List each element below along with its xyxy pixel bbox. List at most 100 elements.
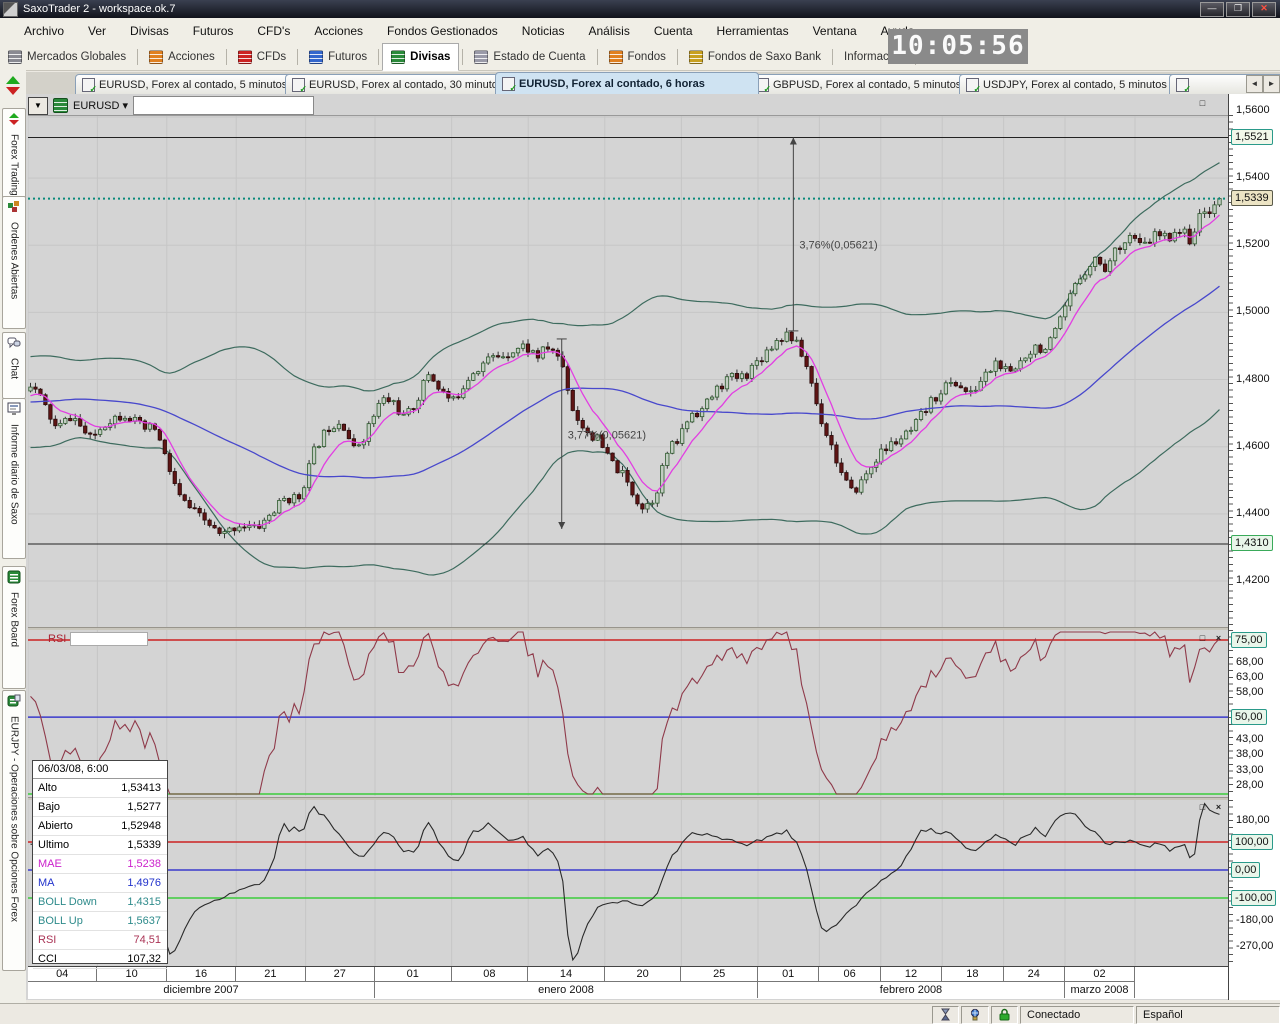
- axis-day-label: 10: [97, 967, 166, 982]
- candle-body: [64, 418, 67, 423]
- chart-tab-strip: EURUSD, Forex al contado, 5 minutosEURUS…: [26, 72, 1280, 94]
- menu-divisas[interactable]: Divisas: [118, 20, 181, 42]
- rsi-line: [31, 632, 1220, 794]
- candle-body: [880, 449, 883, 462]
- candle-body: [840, 463, 843, 473]
- candle-body: [407, 409, 410, 415]
- toolbar-divisas[interactable]: Divisas: [382, 43, 459, 71]
- rsi-indicator-chart[interactable]: [28, 630, 1228, 796]
- maximize-cci-panel-button[interactable]: □: [1196, 802, 1209, 814]
- toolbar-cfds[interactable]: CFDs: [230, 44, 294, 70]
- candle-body: [437, 381, 440, 389]
- hourglass-icon: [932, 1006, 959, 1024]
- fx-options-icon: [7, 694, 21, 713]
- toolbar-fondos[interactable]: Fondos: [601, 44, 674, 70]
- sidebar-item-informe-diario-de-saxo[interactable]: Informe diario de Saxo: [2, 398, 26, 559]
- candle-body: [322, 430, 325, 446]
- candle-body: [676, 442, 679, 444]
- axis-day-label: 20: [605, 967, 682, 982]
- close-cci-panel-button[interactable]: ×: [1212, 802, 1225, 814]
- candle-body: [845, 473, 848, 481]
- axis-tick-label: 58,00: [1236, 686, 1264, 698]
- menu-ver[interactable]: Ver: [76, 20, 118, 42]
- chart-tab-gbpusd-forex-al-contado-5-minutos[interactable]: GBPUSD, Forex al contado, 5 minutos: [749, 74, 969, 94]
- candle-body: [1004, 367, 1007, 369]
- menu-ventana[interactable]: Ventana: [801, 20, 869, 42]
- sidebar-item-forex-board[interactable]: Forex Board: [2, 566, 26, 689]
- candle-body: [128, 418, 131, 421]
- toolbar-fondos-de-saxo-bank[interactable]: Fondos de Saxo Bank: [681, 44, 829, 70]
- restore-button[interactable]: ❐: [1226, 2, 1250, 17]
- candle-body: [69, 418, 72, 420]
- maximize-rsi-panel-button[interactable]: □: [1196, 633, 1209, 645]
- chart-doc-icon: [82, 78, 95, 92]
- window-controls: —❐✕: [1200, 2, 1280, 17]
- toolbar-mercados-globales[interactable]: Mercados Globales: [0, 44, 134, 70]
- chart-tab-eurusd-forex-al-contado-30-minutos[interactable]: EURUSD, Forex al contado, 30 minutos: [285, 74, 505, 94]
- menu-noticias[interactable]: Noticias: [510, 20, 577, 42]
- tab-scroll-left-button[interactable]: ◄: [1246, 75, 1263, 93]
- axis-tick-label: -270,00: [1236, 940, 1273, 952]
- candle-body: [233, 528, 236, 531]
- sidebar-item-ordenes-abiertas[interactable]: Ordenes Abiertas: [2, 196, 26, 329]
- chat-icon: [7, 336, 21, 355]
- candle-body: [1029, 354, 1032, 358]
- candle-body: [287, 498, 290, 502]
- candle-body: [88, 433, 91, 434]
- tooltip-row-ma: MA1,4976: [33, 874, 167, 893]
- candle-body: [427, 375, 430, 381]
- menu-cuenta[interactable]: Cuenta: [642, 20, 705, 42]
- sidebar-item-eurjpy-operaciones-sobre-opciones-forex[interactable]: EURJPY - Operaciones sobre Opciones Fore…: [2, 690, 26, 971]
- cci-indicator-chart[interactable]: [28, 800, 1228, 966]
- menu-acciones[interactable]: Acciones: [302, 20, 375, 42]
- axis-day-label: 01: [758, 967, 819, 982]
- axis-day-label: 18: [942, 967, 1003, 982]
- candle-body: [392, 401, 395, 402]
- candle-body: [705, 399, 708, 409]
- candle-body: [770, 349, 773, 350]
- chart-doc-icon: [502, 77, 515, 91]
- toolbar-acciones[interactable]: Acciones: [141, 44, 223, 70]
- chart-tab-usdjpy-forex-al-contado-5-minutos[interactable]: USDJPY, Forex al contado, 5 minutos: [959, 74, 1179, 94]
- toolbar-futuros[interactable]: Futuros: [301, 44, 375, 70]
- candle-body: [725, 377, 728, 389]
- candle-body: [775, 340, 778, 349]
- menu-fondos-gestionados[interactable]: Fondos Gestionados: [375, 20, 510, 42]
- instrument-search-input[interactable]: [133, 96, 314, 115]
- candle-body: [1054, 328, 1057, 337]
- candle-body: [571, 390, 574, 410]
- axis-day-label: 04: [28, 967, 97, 982]
- language-indicator: Español: [1136, 1006, 1280, 1024]
- menu-herramientas[interactable]: Herramientas: [705, 20, 801, 42]
- candle-body: [994, 361, 997, 371]
- maximize-main-panel-button[interactable]: □: [1196, 98, 1209, 110]
- axis-price-marker: 75,00: [1231, 632, 1267, 648]
- candle-body: [785, 332, 788, 341]
- candle-body: [278, 500, 281, 513]
- menu-archivo[interactable]: Archivo: [12, 20, 76, 42]
- axis-tick-label: 1,4200: [1236, 574, 1270, 586]
- sidebar-item-chat[interactable]: Chat: [2, 332, 26, 399]
- candle-body: [755, 361, 758, 366]
- close-button[interactable]: ✕: [1252, 2, 1276, 17]
- menu-an-lisis[interactable]: Análisis: [576, 20, 641, 42]
- main-price-chart[interactable]: 3,76%(0,05621)3,77%(0,05621): [28, 115, 1228, 628]
- axis-tick-label: 38,00: [1236, 748, 1264, 760]
- candle-body: [347, 430, 350, 438]
- close-rsi-panel-button[interactable]: ×: [1212, 633, 1225, 645]
- tab-scroll-right-button[interactable]: ►: [1263, 75, 1280, 93]
- instrument-selector[interactable]: EURUSD ▾: [73, 99, 128, 112]
- candle-body: [1133, 235, 1136, 238]
- candle-body: [745, 374, 748, 379]
- futures-icon: [309, 50, 323, 64]
- chart-tab-eurusd-forex-al-contado-6-horas[interactable]: EURUSD, Forex al contado, 6 horas: [495, 72, 759, 94]
- rsi-parameter-box[interactable]: [70, 632, 148, 646]
- minimize-button[interactable]: —: [1200, 2, 1224, 17]
- menu-cfd-s[interactable]: CFD's: [245, 20, 302, 42]
- toolbar-estado-de-cuenta[interactable]: Estado de Cuenta: [466, 44, 593, 70]
- lock-icon: [991, 1006, 1018, 1024]
- menu-futuros[interactable]: Futuros: [181, 20, 246, 42]
- chart-dropdown-button[interactable]: ▼: [28, 97, 48, 115]
- candle-body: [1044, 349, 1047, 352]
- chart-tab-eurusd-forex-al-contado-5-minutos[interactable]: EURUSD, Forex al contado, 5 minutos: [75, 74, 295, 94]
